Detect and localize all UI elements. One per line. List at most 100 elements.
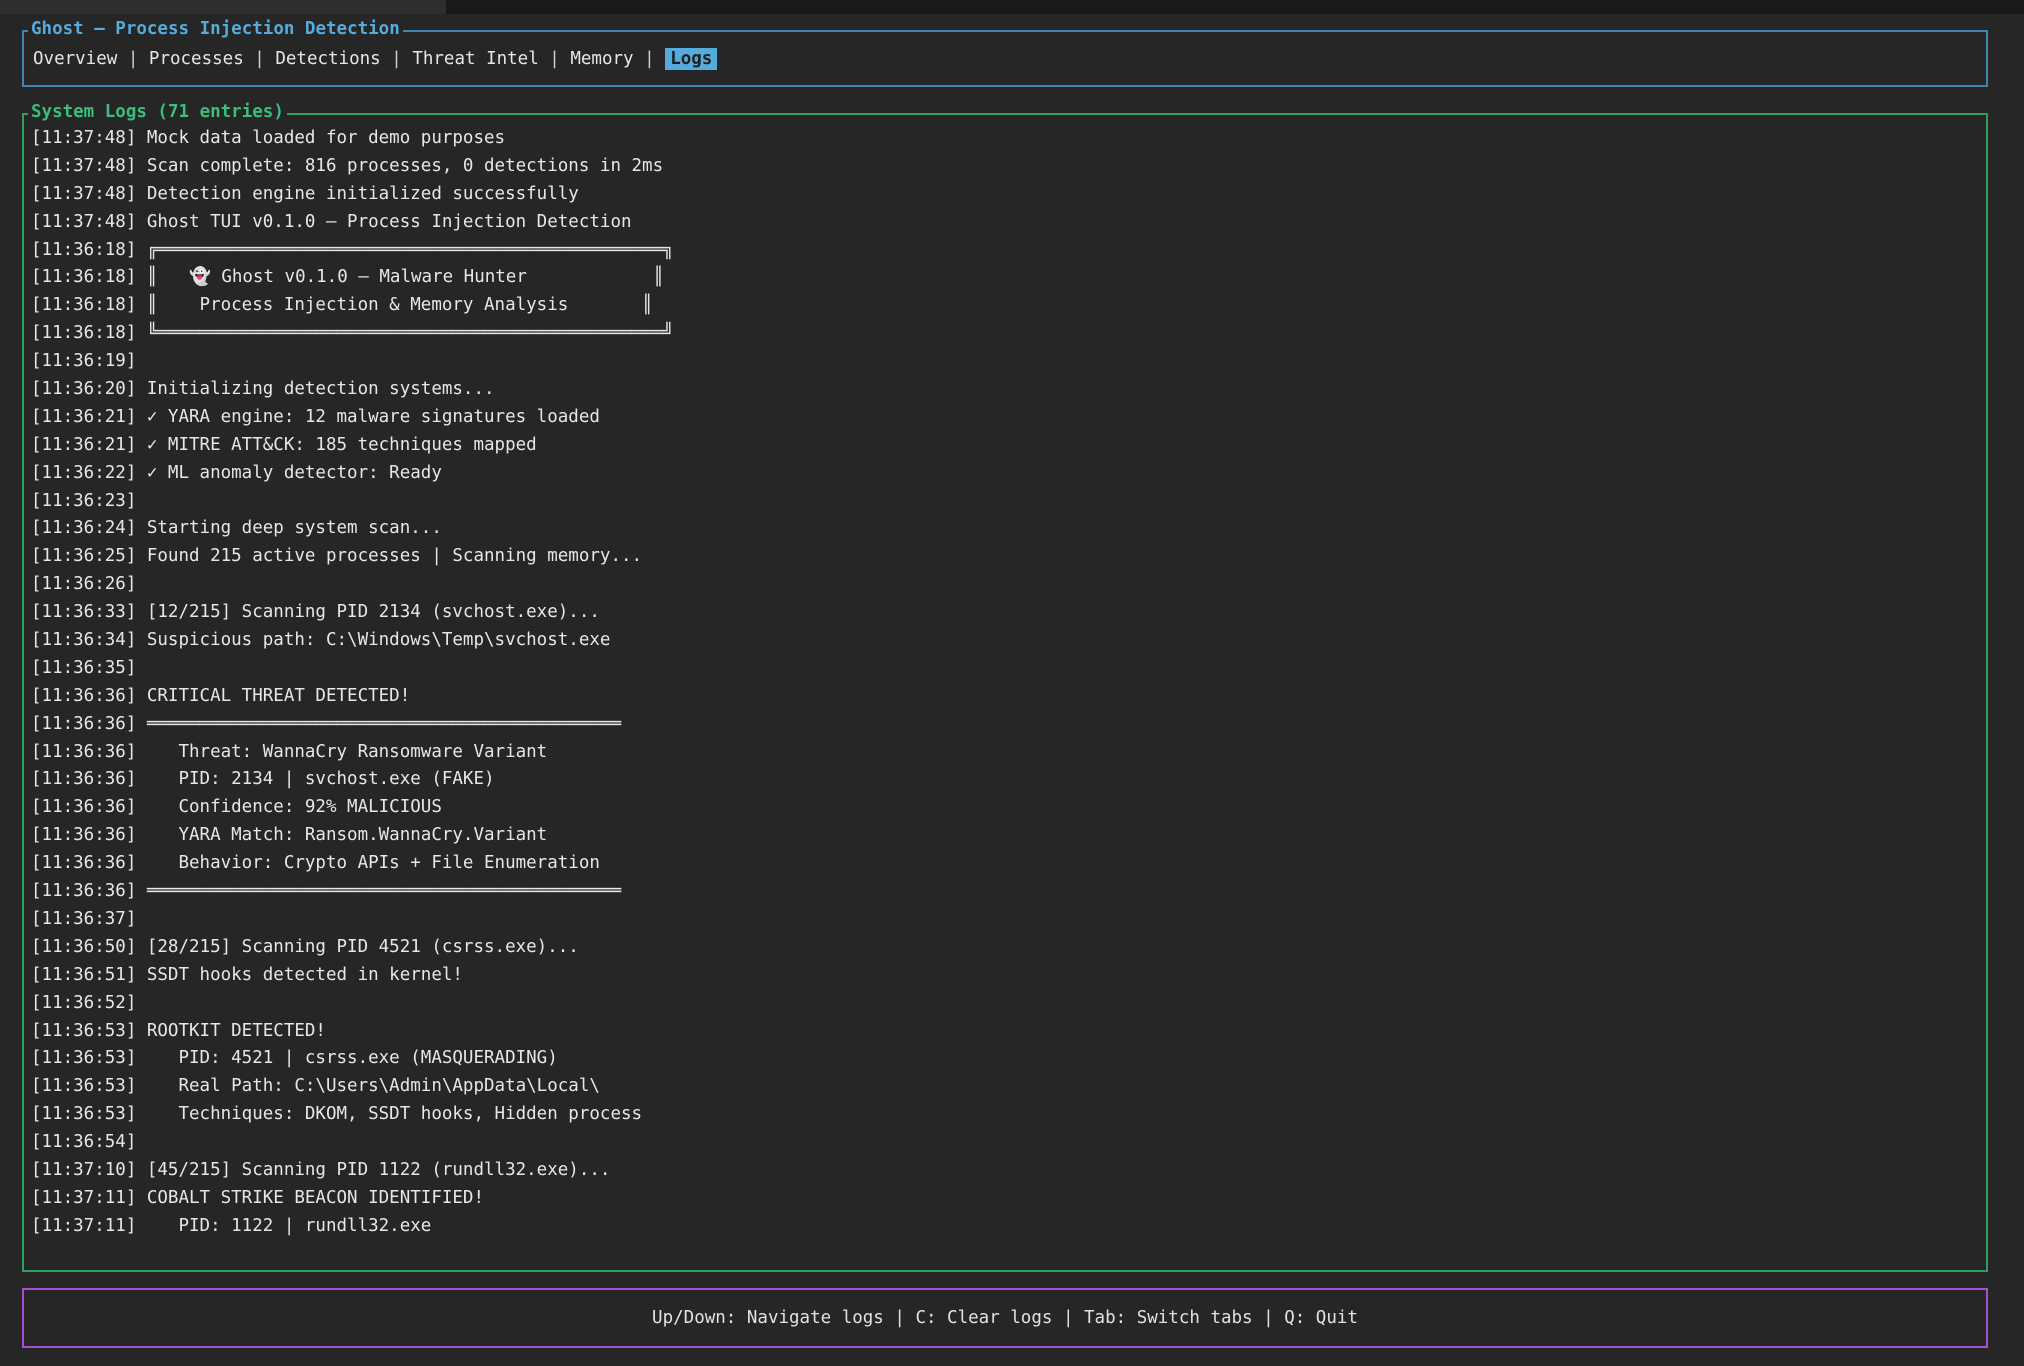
tab-processes[interactable]: Processes | [149,49,275,69]
log-message: PID: 4521 | csrss.exe (MASQUERADING) [147,1048,558,1068]
log-message: [45/215] Scanning PID 1122 (rundll32.exe… [147,1160,611,1180]
log-timestamp: [11:36:21] [31,407,136,427]
log-timestamp: [11:36:37] [31,909,136,929]
log-line: [11:36:36] ══════════════════════════════… [31,711,1980,739]
logs-panel: System Logs (71 entries) [11:37:48]Mock … [22,113,1988,1272]
log-timestamp: [11:36:36] [31,769,136,789]
log-message: ════════════════════════════════════════… [147,714,621,734]
log-message: ════════════════════════════════════════… [147,881,621,901]
tab-label: Logs [665,48,717,70]
log-timestamp: [11:36:23] [31,491,136,511]
log-message: ║ Process Injection & Memory Analysis ║ [147,295,653,315]
log-message: Scan complete: 816 processes, 0 detectio… [147,156,663,176]
tab-label: Memory [570,49,633,69]
log-timestamp: [11:36:18] [31,295,136,315]
log-line: [11:37:48] Ghost TUI v0.1.0 — Process Inj… [31,209,1980,237]
tab-label: Processes [149,49,244,69]
tab-separator: | [634,49,666,69]
log-timestamp: [11:37:48] [31,184,136,204]
log-line: [11:36:53] Techniques: DKOM, SSDT hooks,… [31,1101,1980,1129]
log-timestamp: [11:36:53] [31,1104,136,1124]
log-line: [11:36:22] ✓ ML anomaly detector: Ready [31,460,1980,488]
log-message: Detection engine initialized successfull… [147,184,579,204]
background-strip-left [0,0,446,14]
log-message: Suspicious path: C:\Windows\Temp\svchost… [147,630,611,650]
log-line: [11:36:26] [31,571,1980,599]
log-message: ROOTKIT DETECTED! [147,1021,326,1041]
log-line: [11:36:18]║ 👻 Ghost v0.1.0 — Malware Hun… [31,264,1980,292]
log-timestamp: [11:37:48] [31,212,136,232]
log-message: Ghost TUI v0.1.0 — Process Injection Det… [147,212,632,232]
log-timestamp: [11:37:10] [31,1160,136,1180]
log-timestamp: [11:36:20] [31,379,136,399]
tab-logs[interactable]: Logs | [665,49,717,69]
log-timestamp: [11:36:26] [31,574,136,594]
log-line: [11:36:36] YARA Match: Ransom.WannaCry.V… [31,822,1980,850]
log-line: [11:36:36] Confidence: 92% MALICIOUS [31,794,1980,822]
log-message: Mock data loaded for demo purposes [147,128,505,148]
log-timestamp: [11:36:22] [31,463,136,483]
log-timestamp: [11:36:36] [31,686,136,706]
log-timestamp: [11:36:51] [31,965,136,985]
log-line: [11:36:19] [31,348,1980,376]
log-line: [11:36:36] ══════════════════════════════… [31,878,1980,906]
tab-label: Threat Intel [412,49,538,69]
log-line: [11:36:34] Suspicious path: C:\Windows\Te… [31,627,1980,655]
log-timestamp: [11:37:11] [31,1216,136,1236]
status-keybindings: Up/Down: Navigate logs | C: Clear logs |… [24,1290,1986,1346]
window-tab-bar: Ghost — Process Injection Detection Over… [22,30,1988,87]
log-timestamp: [11:36:33] [31,602,136,622]
log-message: Behavior: Crypto APIs + File Enumeration [147,853,600,873]
log-line: [11:36:23] [31,488,1980,516]
log-line: [11:36:36] Threat: WannaCry Ransomware V… [31,739,1980,767]
log-line: [11:36:35] [31,655,1980,683]
log-timestamp: [11:36:53] [31,1048,136,1068]
log-timestamp: [11:36:18] [31,323,136,343]
tab-separator: | [117,49,149,69]
log-message: YARA Match: Ransom.WannaCry.Variant [147,825,547,845]
log-message: ✓ MITRE ATT&CK: 185 techniques mapped [147,435,537,455]
log-line: [11:36:36] Behavior: Crypto APIs + File … [31,850,1980,878]
log-line: [11:37:10] [45/215] Scanning PID 1122 (ru… [31,1157,1980,1185]
log-line: [11:37:48] Detection engine initialized s… [31,181,1980,209]
log-timestamp: [11:36:36] [31,714,136,734]
log-timestamp: [11:36:50] [31,937,136,957]
log-line: [11:36:25]Found 215 active processes | S… [31,543,1980,571]
log-message: PID: 2134 | svchost.exe (FAKE) [147,769,495,789]
log-line: [11:36:36]CRITICAL THREAT DETECTED! [31,683,1980,711]
log-timestamp: [11:36:36] [31,825,136,845]
app-title: Ghost — Process Injection Detection [28,19,403,39]
log-message: ✓ ML anomaly detector: Ready [147,463,442,483]
tab-separator: | [244,49,276,69]
log-viewport[interactable]: [11:37:48] Mock data loaded for demo purp… [24,115,1986,1270]
log-message: ║ 👻 Ghost v0.1.0 — Malware Hunter ║ [147,267,664,287]
log-timestamp: [11:36:24] [31,518,136,538]
tab-detections[interactable]: Detections | [275,49,412,69]
log-line: [11:36:54] [31,1129,1980,1157]
log-timestamp: [11:36:36] [31,881,136,901]
log-message: PID: 1122 | rundll32.exe [147,1216,431,1236]
log-line: [11:36:53] ROOTKIT DETECTED! [31,1018,1980,1046]
log-line: [11:36:24]Starting deep system scan... [31,515,1980,543]
tab-memory[interactable]: Memory | [570,49,665,69]
log-message: Confidence: 92% MALICIOUS [147,797,442,817]
tabs-row: Overview | Processes | Detections | Thre… [33,49,717,69]
log-timestamp: [11:36:34] [31,630,136,650]
log-timestamp: [11:36:25] [31,546,136,566]
log-line: [11:37:11]COBALT STRIKE BEACON IDENTIFIE… [31,1185,1980,1213]
log-timestamp: [11:36:53] [31,1021,136,1041]
log-message: Threat: WannaCry Ransomware Variant [147,742,547,762]
log-line: [11:37:48]Mock data loaded for demo purp… [31,125,1980,153]
log-timestamp: [11:36:52] [31,993,136,1013]
tab-threat-intel[interactable]: Threat Intel | [412,49,570,69]
log-line: [11:37:48] Scan complete: 816 processes, … [31,153,1980,181]
log-line: [11:36:53] Real Path: C:\Users\Admin\App… [31,1073,1980,1101]
log-timestamp: [11:36:18] [31,240,136,260]
tab-overview[interactable]: Overview | [33,49,149,69]
log-timestamp: [11:37:48] [31,156,136,176]
tab-label: Detections [275,49,380,69]
log-message: Techniques: DKOM, SSDT hooks, Hidden pro… [147,1104,642,1124]
log-line: [11:37:11] PID: 1122 | rundll32.exe [31,1213,1980,1241]
log-line: [11:36:36] PID: 2134 | svchost.exe (FAKE… [31,766,1980,794]
log-line: [11:36:53] PID: 4521 | csrss.exe (MASQUE… [31,1045,1980,1073]
